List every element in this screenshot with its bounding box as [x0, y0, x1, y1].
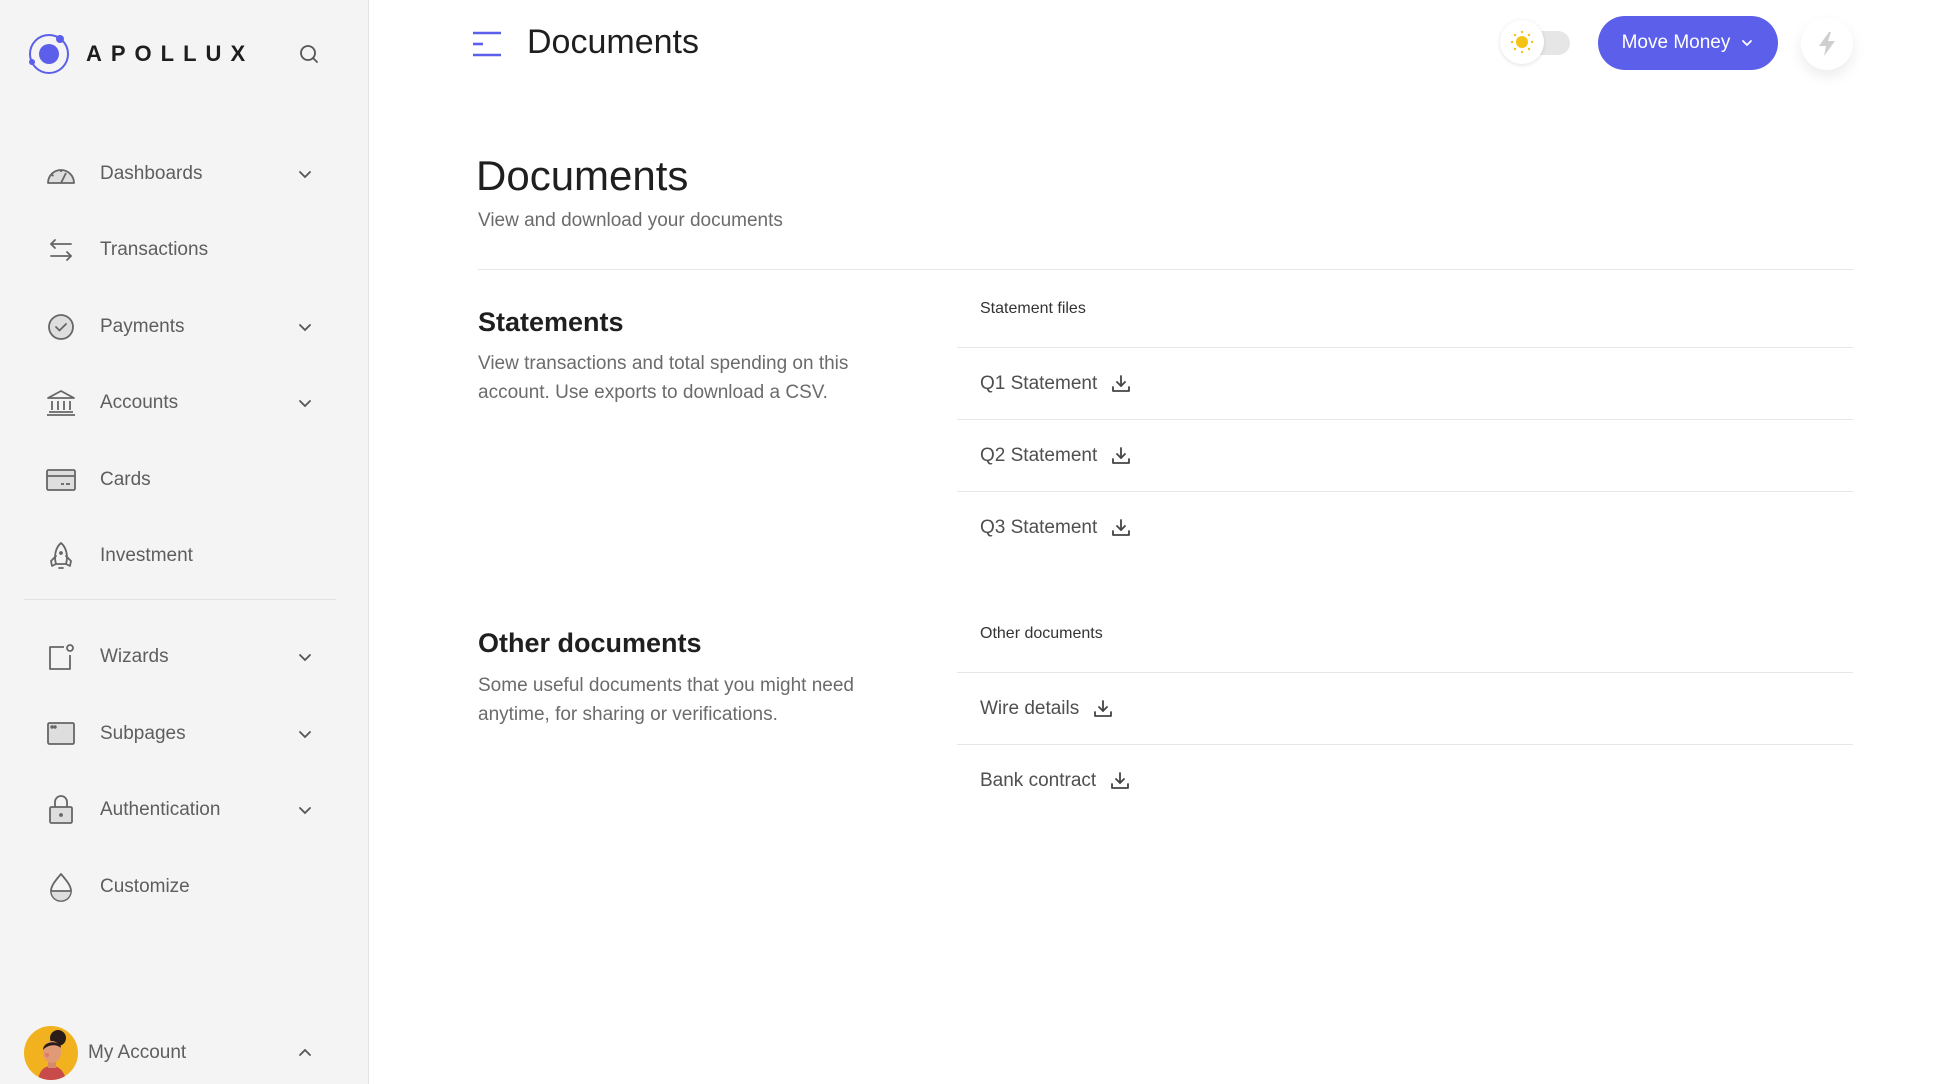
rocket-icon — [46, 542, 76, 570]
avatar — [24, 1026, 78, 1080]
sidebar-item-label: Customize — [100, 876, 190, 897]
page-title: Documents — [476, 152, 689, 199]
section-description-statements: View transactions and total spending on … — [478, 353, 849, 403]
theme-toggle[interactable] — [1500, 20, 1572, 64]
sidebar-item-label: Payments — [100, 316, 185, 337]
chevron-down-icon — [299, 807, 311, 815]
sidebar-item-label: Authentication — [100, 799, 221, 820]
chevron-down-icon — [299, 731, 311, 739]
quick-actions-button[interactable] — [1801, 18, 1853, 70]
section-title-other-documents: Other documents — [478, 628, 702, 658]
browser-window-icon — [46, 720, 76, 748]
sidebar-item-payments[interactable]: Payments — [0, 299, 360, 355]
file-name: Q1 Statement — [980, 372, 1098, 394]
check-circle-icon — [46, 313, 76, 341]
sidebar-item-label: Wizards — [100, 646, 169, 667]
move-money-label: Move Money — [1621, 32, 1731, 53]
file-row-q2-statement[interactable]: Q2 Statement — [957, 420, 1853, 492]
sidebar-divider — [24, 599, 336, 600]
chevron-down-icon — [299, 171, 311, 179]
apollux-logo-icon — [29, 34, 69, 74]
chevron-down-icon — [299, 400, 311, 408]
download-icon[interactable] — [1111, 518, 1131, 538]
sidebar-item-label: Investment — [100, 545, 193, 566]
sidebar-item-dashboards[interactable]: Dashboards — [0, 146, 360, 202]
file-row-bank-contract[interactable]: Bank contract — [957, 745, 1853, 817]
sidebar-item-label: Accounts — [100, 392, 179, 413]
statement-files-list: Statement files Q1 Statement Q2 Statemen… — [957, 270, 1853, 564]
file-name: Q2 Statement — [980, 444, 1098, 466]
sidebar-item-customize[interactable]: Customize — [0, 859, 360, 915]
section-title-statements: Statements — [478, 307, 624, 337]
chevron-down-icon — [299, 654, 311, 662]
my-account-label: My Account — [88, 1042, 187, 1063]
menu-icon — [473, 31, 501, 57]
download-icon[interactable] — [1111, 446, 1131, 466]
sidebar-item-investment[interactable]: Investment — [0, 528, 360, 584]
sidebar-item-accounts[interactable]: Accounts — [0, 375, 360, 431]
search-button[interactable] — [297, 42, 321, 66]
menu-toggle-button[interactable] — [470, 28, 504, 60]
section-description-other-documents: Some useful documents that you might nee… — [478, 675, 855, 725]
sidebar-item-authentication[interactable]: Authentication — [0, 782, 360, 838]
sun-icon — [1510, 30, 1534, 54]
credit-card-icon — [46, 466, 76, 494]
move-money-button[interactable]: Move Money — [1598, 16, 1778, 70]
file-row-q3-statement[interactable]: Q3 Statement — [957, 492, 1853, 564]
file-name: Q3 Statement — [980, 517, 1098, 538]
sidebar: APOLLUX Dashboards Transactions Payments… — [0, 0, 369, 1084]
download-icon[interactable] — [1111, 374, 1131, 394]
chevron-down-icon — [1742, 40, 1753, 47]
bank-icon — [46, 389, 76, 417]
page-subtitle: View and download your documents — [478, 210, 783, 231]
brand-name: APOLLUX — [86, 41, 255, 66]
download-icon[interactable] — [1093, 699, 1113, 719]
lock-icon — [46, 795, 76, 824]
swap-arrows-icon — [46, 236, 76, 264]
sidebar-item-transactions[interactable]: Transactions — [0, 222, 360, 278]
file-name: Wire details — [980, 697, 1080, 719]
list-header: Statement files — [957, 270, 1853, 348]
notification-square-icon — [46, 643, 76, 671]
other-documents-list: Other documents Wire details Bank contra… — [957, 595, 1853, 817]
sidebar-item-cards[interactable]: Cards — [0, 452, 360, 508]
sidebar-item-label: Dashboards — [100, 163, 203, 184]
gauge-icon — [46, 160, 76, 188]
list-header: Other documents — [957, 595, 1853, 673]
file-row-wire-details[interactable]: Wire details — [957, 673, 1853, 745]
chevron-up-icon — [299, 1048, 311, 1056]
theme-toggle-knob — [1500, 20, 1544, 64]
sidebar-item-label: Subpages — [100, 723, 186, 744]
sidebar-item-label: Transactions — [100, 239, 209, 260]
file-name: Bank contract — [980, 770, 1097, 791]
lightning-bolt-icon — [1819, 32, 1835, 56]
file-row-q1-statement[interactable]: Q1 Statement — [957, 348, 1853, 420]
brand-logo[interactable]: APOLLUX — [26, 31, 254, 77]
sidebar-item-subpages[interactable]: Subpages — [0, 706, 360, 762]
drop-icon — [46, 873, 76, 902]
sidebar-item-wizards[interactable]: Wizards — [0, 629, 360, 685]
topbar-title: Documents — [527, 23, 699, 61]
search-icon — [300, 45, 318, 63]
download-icon[interactable] — [1110, 771, 1130, 791]
chevron-down-icon — [299, 324, 311, 332]
sidebar-item-label: Cards — [100, 469, 151, 490]
my-account-menu[interactable]: My Account — [22, 1026, 362, 1082]
